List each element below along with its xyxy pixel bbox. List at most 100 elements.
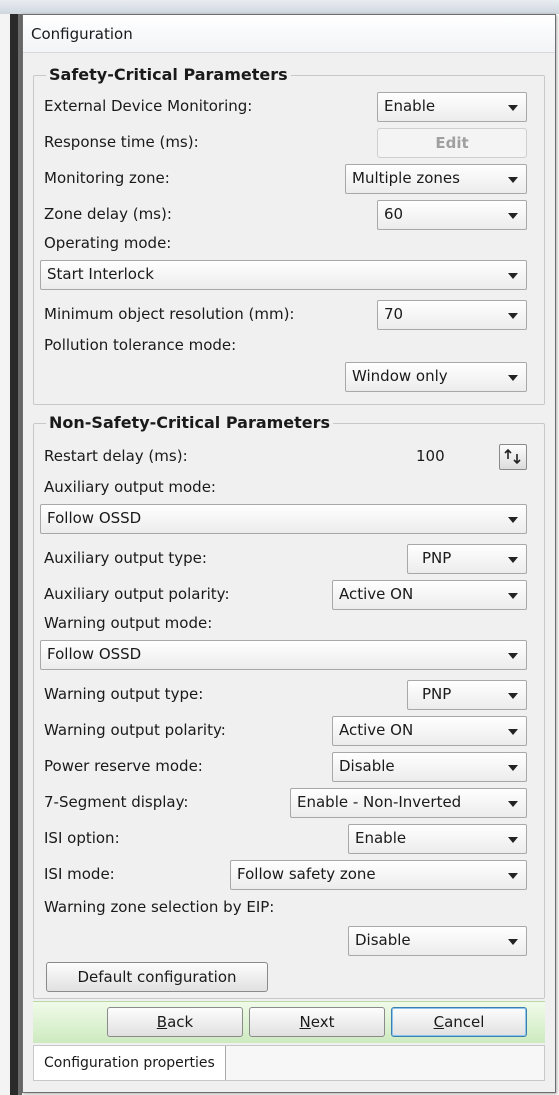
edit-response-time-button[interactable]: Edit bbox=[377, 128, 527, 158]
warn-mode-label: Warning output mode: bbox=[44, 614, 213, 632]
monitoring-zone-row: Monitoring zone: Multiple zones bbox=[34, 162, 544, 196]
chevron-down-icon bbox=[508, 593, 518, 599]
chevron-down-icon bbox=[508, 801, 518, 807]
configuration-dialog: Configuration Safety-Critical Parameters… bbox=[22, 14, 556, 1093]
warn-zone-eip-label-row: Warning zone selection by EIP: bbox=[34, 894, 544, 920]
edit-button-label: Edit bbox=[435, 134, 469, 152]
operating-mode-label: Operating mode: bbox=[44, 234, 172, 252]
warn-zone-eip-label: Warning zone selection by EIP: bbox=[44, 898, 275, 916]
next-button[interactable]: Next bbox=[249, 1007, 385, 1037]
next-label: ext bbox=[310, 1013, 335, 1031]
default-configuration-button[interactable]: Default configuration bbox=[46, 962, 268, 992]
chevron-down-icon bbox=[508, 105, 518, 111]
aux-polarity-label: Auxiliary output polarity: bbox=[44, 585, 230, 603]
min-resolution-label: Minimum object resolution (mm): bbox=[44, 305, 295, 323]
isi-mode-row: ISI mode: Follow safety zone bbox=[34, 858, 544, 892]
chevron-down-icon bbox=[508, 873, 518, 879]
operating-mode-dropdown[interactable]: Start Interlock bbox=[40, 260, 527, 290]
edm-label: External Device Monitoring: bbox=[44, 97, 253, 115]
warn-type-row: Warning output type: PNP bbox=[34, 678, 544, 712]
aux-type-value: PNP bbox=[422, 549, 452, 567]
chevron-down-icon bbox=[508, 517, 518, 523]
zone-delay-value: 60 bbox=[384, 205, 404, 223]
seg-display-label: 7-Segment display: bbox=[44, 793, 189, 811]
safety-group-title: Safety-Critical Parameters bbox=[46, 65, 291, 84]
zone-delay-row: Zone delay (ms): 60 bbox=[34, 198, 544, 232]
warn-mode-row: Follow OSSD bbox=[34, 638, 544, 672]
pollution-row: Window only bbox=[34, 360, 544, 394]
pollution-dropdown[interactable]: Window only bbox=[345, 362, 527, 392]
aux-polarity-row: Auxiliary output polarity: Active ON bbox=[34, 578, 544, 612]
isi-mode-value: Follow safety zone bbox=[237, 865, 376, 883]
desktop-background-left bbox=[0, 14, 22, 1095]
restart-delay-input[interactable]: 100 bbox=[408, 442, 498, 472]
nonsafety-group-title: Non-Safety-Critical Parameters bbox=[46, 413, 334, 432]
zone-delay-dropdown[interactable]: 60 bbox=[377, 200, 527, 230]
warn-polarity-row: Warning output polarity: Active ON bbox=[34, 714, 544, 748]
window-title: Configuration bbox=[31, 24, 133, 43]
warn-type-label: Warning output type: bbox=[44, 685, 204, 703]
properties-bar: Configuration properties bbox=[33, 1045, 545, 1081]
warn-type-value: PNP bbox=[422, 685, 452, 703]
safety-critical-group: Safety-Critical Parameters External Devi… bbox=[33, 65, 545, 405]
response-time-label: Response time (ms): bbox=[44, 133, 199, 151]
aux-polarity-dropdown[interactable]: Active ON bbox=[332, 580, 527, 610]
chevron-down-icon bbox=[508, 729, 518, 735]
aux-mode-label: Auxiliary output mode: bbox=[44, 478, 216, 496]
restart-delay-value: 100 bbox=[416, 447, 445, 465]
power-reserve-row: Power reserve mode: Disable bbox=[34, 750, 544, 784]
aux-type-label: Auxiliary output type: bbox=[44, 549, 207, 567]
chevron-down-icon bbox=[508, 765, 518, 771]
monitoring-zone-label: Monitoring zone: bbox=[44, 169, 170, 187]
isi-option-dropdown[interactable]: Enable bbox=[348, 824, 527, 854]
power-reserve-dropdown[interactable]: Disable bbox=[332, 752, 527, 782]
chevron-down-icon bbox=[508, 213, 518, 219]
configuration-properties-tab[interactable]: Configuration properties bbox=[34, 1046, 226, 1080]
warn-zone-eip-value: Disable bbox=[355, 931, 411, 949]
cancel-label: ancel bbox=[444, 1013, 485, 1031]
warn-polarity-dropdown[interactable]: Active ON bbox=[332, 716, 527, 746]
chevron-down-icon bbox=[508, 939, 518, 945]
isi-option-label: ISI option: bbox=[44, 829, 120, 847]
chevron-down-icon bbox=[508, 375, 518, 381]
back-button[interactable]: Back bbox=[107, 1007, 243, 1037]
aux-mode-dropdown[interactable]: Follow OSSD bbox=[40, 504, 527, 534]
seg-display-value: Enable - Non-Inverted bbox=[297, 793, 462, 811]
desktop-background-top bbox=[0, 0, 559, 14]
pollution-value: Window only bbox=[352, 367, 448, 385]
chevron-down-icon bbox=[508, 837, 518, 843]
isi-mode-label: ISI mode: bbox=[44, 865, 115, 883]
monitoring-zone-dropdown[interactable]: Multiple zones bbox=[345, 164, 527, 194]
operating-mode-value: Start Interlock bbox=[47, 265, 154, 283]
warn-zone-eip-dropdown[interactable]: Disable bbox=[348, 926, 527, 956]
warn-mode-value: Follow OSSD bbox=[47, 645, 142, 663]
wizard-navigation-bar: Back Next Cancel bbox=[33, 1001, 545, 1043]
chevron-down-icon bbox=[508, 557, 518, 563]
default-configuration-label: Default configuration bbox=[77, 968, 237, 986]
chevron-down-icon bbox=[508, 177, 518, 183]
min-resolution-dropdown[interactable]: 70 bbox=[377, 300, 527, 330]
aux-type-dropdown[interactable]: PNP bbox=[407, 544, 527, 574]
edm-dropdown[interactable]: Enable bbox=[377, 92, 527, 122]
warn-mode-dropdown[interactable]: Follow OSSD bbox=[40, 640, 527, 670]
power-reserve-value: Disable bbox=[339, 757, 395, 775]
spin-up-down-icon[interactable] bbox=[499, 444, 527, 470]
seg-display-dropdown[interactable]: Enable - Non-Inverted bbox=[290, 788, 527, 818]
chevron-down-icon bbox=[508, 693, 518, 699]
warn-polarity-value: Active ON bbox=[339, 721, 414, 739]
response-time-row: Response time (ms): Edit bbox=[34, 126, 544, 160]
monitoring-zone-value: Multiple zones bbox=[352, 169, 460, 187]
chevron-down-icon bbox=[508, 653, 518, 659]
next-mnemonic: N bbox=[299, 1013, 311, 1031]
title-bar[interactable]: Configuration bbox=[23, 15, 555, 53]
non-safety-critical-group: Non-Safety-Critical Parameters Restart d… bbox=[33, 413, 545, 999]
min-resolution-value: 70 bbox=[384, 305, 404, 323]
zone-delay-label: Zone delay (ms): bbox=[44, 205, 172, 223]
cancel-button[interactable]: Cancel bbox=[391, 1007, 527, 1037]
warn-polarity-label: Warning output polarity: bbox=[44, 721, 226, 739]
warn-mode-label-row: Warning output mode: bbox=[34, 610, 544, 636]
restart-delay-label: Restart delay (ms): bbox=[44, 447, 188, 465]
warn-type-dropdown[interactable]: PNP bbox=[407, 680, 527, 710]
isi-mode-dropdown[interactable]: Follow safety zone bbox=[230, 860, 527, 890]
warn-zone-eip-row: Disable bbox=[34, 924, 544, 958]
